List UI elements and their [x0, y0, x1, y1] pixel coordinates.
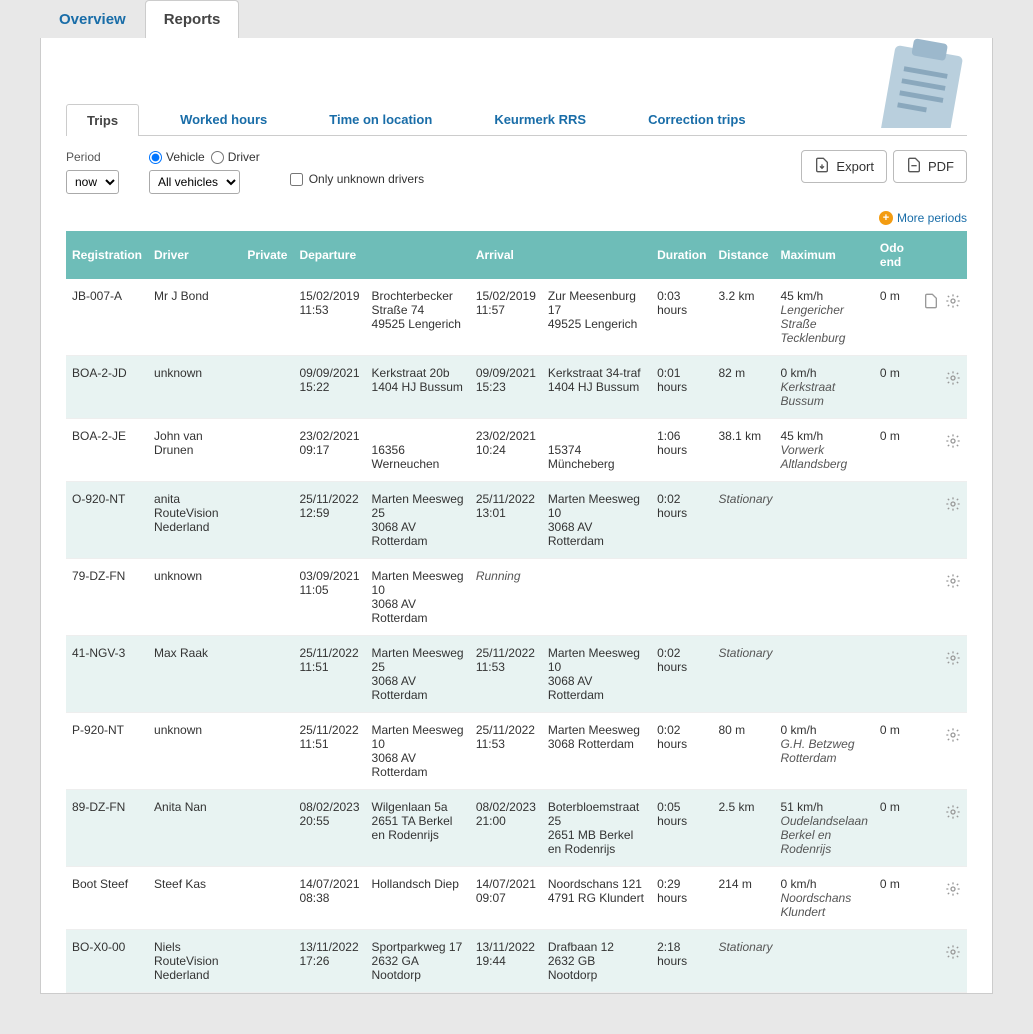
plus-icon: + [879, 211, 893, 225]
gear-icon[interactable] [945, 727, 961, 743]
period-label: Period [66, 150, 119, 164]
gear-icon[interactable] [945, 370, 961, 386]
th-maximum[interactable]: Maximum [775, 231, 874, 279]
th-departure[interactable]: Departure [293, 231, 469, 279]
th-private[interactable]: Private [241, 231, 293, 279]
gear-icon[interactable] [945, 496, 961, 512]
table-row: 89-DZ-FNAnita Nan08/02/202320:55Wilgenla… [66, 790, 967, 867]
table-row: P-920-NTunknown25/11/202211:51Marten Mee… [66, 713, 967, 790]
export-icon [814, 157, 830, 176]
th-duration[interactable]: Duration [651, 231, 712, 279]
gear-icon[interactable] [945, 293, 961, 309]
radio-driver[interactable]: Driver [211, 150, 260, 164]
table-row: JB-007-AMr J Bond15/02/201911:53Brochter… [66, 279, 967, 356]
gear-icon[interactable] [945, 881, 961, 897]
th-driver[interactable]: Driver [148, 231, 241, 279]
subtab-keurmerk-rrs[interactable]: Keurmerk RRS [473, 103, 607, 135]
subtab-trips[interactable]: Trips [66, 104, 139, 136]
th-arrival[interactable]: Arrival [470, 231, 651, 279]
tab-overview[interactable]: Overview [40, 0, 145, 38]
gear-icon[interactable] [945, 433, 961, 449]
top-tabs: Overview Reports [40, 0, 993, 38]
unknown-drivers-checkbox[interactable]: Only unknown drivers [290, 172, 424, 186]
more-periods-link[interactable]: + More periods [879, 211, 967, 225]
th-distance[interactable]: Distance [712, 231, 774, 279]
gear-icon[interactable] [945, 650, 961, 666]
tab-reports[interactable]: Reports [145, 0, 240, 38]
vehicles-select[interactable]: All vehicles [149, 170, 240, 194]
reports-panel: Trips Worked hours Time on location Keur… [40, 38, 993, 994]
gear-icon[interactable] [945, 944, 961, 960]
document-icon[interactable] [923, 293, 939, 309]
radio-vehicle[interactable]: Vehicle [149, 150, 205, 164]
table-row: Boot SteefSteef Kas14/07/202108:38Hollan… [66, 867, 967, 930]
trips-table: Registration Driver Private Departure Ar… [66, 231, 967, 993]
gear-icon[interactable] [945, 804, 961, 820]
gear-icon[interactable] [945, 573, 961, 589]
table-row: BOA-2-JEJohn van Drunen23/02/202109:1716… [66, 419, 967, 482]
subtab-time-on-location[interactable]: Time on location [308, 103, 453, 135]
table-row: BOA-2-JDunknown09/09/202115:22Kerkstraat… [66, 356, 967, 419]
th-registration[interactable]: Registration [66, 231, 148, 279]
export-button[interactable]: Export [801, 150, 887, 183]
period-select[interactable]: now [66, 170, 119, 194]
table-row: BO-X0-00Niels RouteVision Nederland13/11… [66, 930, 967, 993]
table-row: 41-NGV-3Max Raak25/11/202211:51Marten Me… [66, 636, 967, 713]
subtab-worked-hours[interactable]: Worked hours [159, 103, 288, 135]
subtab-correction-trips[interactable]: Correction trips [627, 103, 767, 135]
th-odo-end[interactable]: Odo end [874, 231, 917, 279]
pdf-icon [906, 157, 922, 176]
table-row: O-920-NTanita RouteVision Nederland25/11… [66, 482, 967, 559]
sub-tabs: Trips Worked hours Time on location Keur… [66, 103, 967, 136]
clipboard-icon [872, 38, 972, 128]
pdf-button[interactable]: PDF [893, 150, 967, 183]
table-row: 79-DZ-FNunknown03/09/202111:05Marten Mee… [66, 559, 967, 636]
